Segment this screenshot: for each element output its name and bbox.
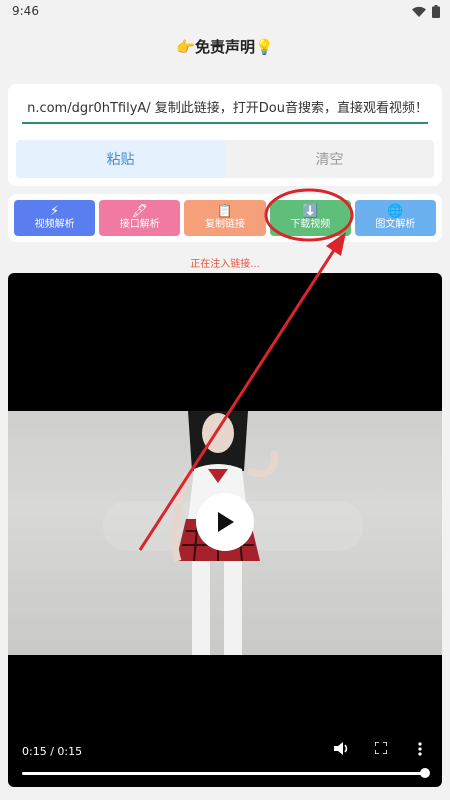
download-video-label: 下载视频 [290,219,331,230]
image-text-parse-label: 图文解析 [375,219,416,230]
pen-icon: 🖋 [131,204,149,219]
battery-icon [432,4,440,18]
api-parse-label: 接口解析 [119,219,160,230]
link-input-text: n.com/dgr0hTfilyA/ 复制此链接，打开Dou音搜索，直接观看视频… [27,101,428,116]
copy-link-button[interactable]: 📋 复制链接 [184,200,266,236]
volume-button[interactable] [334,742,349,759]
globe-icon: 🌐 [387,204,404,219]
status-time: 9:46 [12,4,39,18]
link-button-row: 粘贴 清空 [16,140,434,178]
function-card: ⚡ 视频解析 🖋 接口解析 📋 复制链接 ⬇️ 下载视频 🌐 图文解析 [8,194,442,242]
lightning-icon: ⚡ [50,204,60,219]
video-parse-button[interactable]: ⚡ 视频解析 [14,200,96,236]
progress-knob[interactable] [420,768,430,778]
play-icon [218,512,234,532]
paste-button[interactable]: 粘贴 [16,140,225,178]
play-button[interactable] [196,493,254,551]
disclaimer-title[interactable]: 👉免责声明💡 [0,36,450,57]
api-parse-button[interactable]: 🖋 接口解析 [99,200,181,236]
fullscreen-button[interactable] [374,741,388,758]
image-text-parse-button[interactable]: 🌐 图文解析 [354,200,437,236]
download-icon: ⬇️ [302,204,319,219]
video-player[interactable]: 0:15 / 0:15 [8,273,442,787]
more-options-button[interactable] [418,742,422,760]
clipboard-icon: 📋 [216,204,234,219]
video-parse-label: 视频解析 [34,219,75,230]
wifi-icon [412,6,426,17]
status-icons [412,4,440,18]
video-progress-bar[interactable] [22,772,426,775]
copy-link-label: 复制链接 [205,219,245,230]
status-bar: 9:46 [0,0,450,22]
link-card: n.com/dgr0hTfilyA/ 复制此链接，打开Dou音搜索，直接观看视频… [8,84,442,186]
clear-button[interactable]: 清空 [225,140,434,178]
fullscreen-icon [374,741,388,755]
injection-status: 正在注入链接... [190,259,260,270]
volume-icon [334,742,348,755]
download-video-button[interactable]: ⬇️ 下载视频 [269,200,351,236]
link-input[interactable]: n.com/dgr0hTfilyA/ 复制此链接，打开Dou音搜索，直接观看视频… [22,96,428,124]
more-vertical-icon [418,742,422,756]
function-row: ⚡ 视频解析 🖋 接口解析 📋 复制链接 ⬇️ 下载视频 🌐 图文解析 [14,200,437,236]
video-time: 0:15 / 0:15 [22,745,83,758]
